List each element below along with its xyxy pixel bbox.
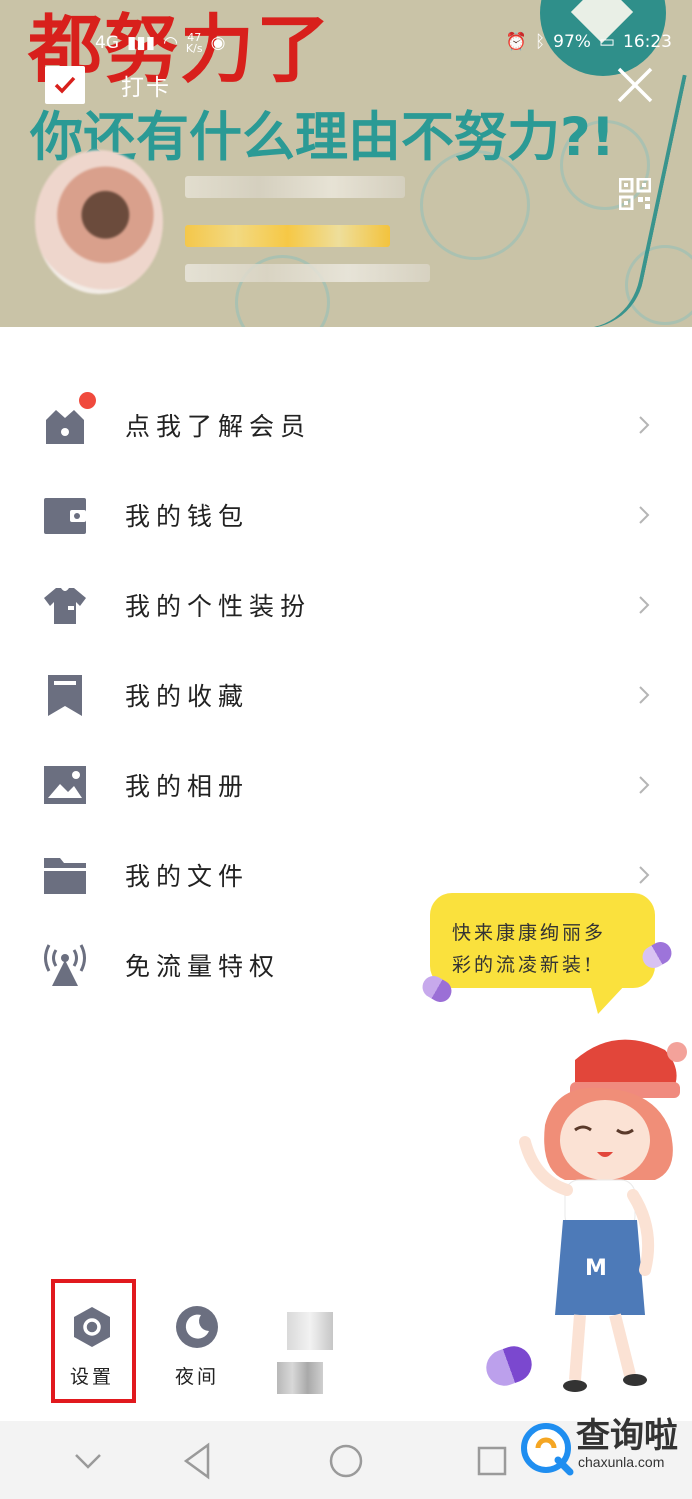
chevron-right-icon <box>639 776 650 794</box>
home-circle-icon[interactable] <box>324 1439 368 1483</box>
promo-text-line: 彩的流凌新装! <box>452 954 595 976</box>
checkin-button[interactable]: 打卡 <box>45 66 171 104</box>
avatar[interactable] <box>35 150 163 294</box>
menu-item-label: 点我了解会员 <box>125 412 312 441</box>
blurred-weather-icon <box>287 1312 333 1350</box>
night-mode-button[interactable]: 夜间 <box>160 1300 230 1395</box>
network-indicator: 4G <box>95 33 119 53</box>
checkbox-icon <box>45 66 85 104</box>
watermark-url: chaxunla.com <box>578 1454 665 1470</box>
notification-badge <box>79 392 96 409</box>
menu-item-vip[interactable]: 点我了解会员 <box>0 380 692 470</box>
checkin-label: 打卡 <box>121 75 171 101</box>
promo-text-line: 快来康康绚丽多 <box>452 922 607 944</box>
status-bar: 4G ▮▮▮ ◠ 47 K/s ◉ ⏰ ᛒ 97% ▭ 16:23 <box>0 28 692 60</box>
recents-square-icon[interactable] <box>470 1439 514 1483</box>
chevron-right-icon <box>639 416 650 434</box>
promo-speech-bubble[interactable]: 快来康康绚丽多 彩的流凌新装! <box>430 893 655 1014</box>
photo-icon <box>42 762 88 808</box>
chevron-right-icon <box>639 596 650 614</box>
chevron-right-icon <box>639 506 650 524</box>
menu-item-label: 我的钱包 <box>125 502 250 531</box>
blurred-signature[interactable] <box>185 264 430 282</box>
battery-percent: 97% <box>553 32 591 52</box>
blurred-nickname[interactable] <box>185 176 405 198</box>
svg-text:M: M <box>585 1256 607 1281</box>
tshirt-icon <box>42 582 88 628</box>
menu-item-label: 我的相册 <box>125 772 250 801</box>
qr-code-icon[interactable] <box>619 178 651 210</box>
blurred-weather-widget[interactable] <box>277 1312 335 1396</box>
menu-item-label: 我的个性装扮 <box>125 592 312 621</box>
blurred-weather-label <box>277 1362 323 1394</box>
menu-item-label: 我的文件 <box>125 862 250 891</box>
menu-item-label: 我的收藏 <box>125 682 250 711</box>
moon-icon <box>176 1306 218 1348</box>
settings-label: 设置 <box>69 1366 114 1388</box>
app-notification-icon: ◉ <box>210 33 226 53</box>
menu-item-personalize[interactable]: 我的个性装扮 <box>0 560 692 650</box>
profile-header-banner: 都努力了 你还有什么理由不努力?! 4G ▮▮▮ ◠ 47 K/s ◉ ⏰ ᛒ … <box>0 0 692 327</box>
vip-shop-icon <box>42 402 88 448</box>
back-triangle-icon[interactable] <box>176 1439 220 1483</box>
folder-icon <box>42 852 88 898</box>
blurred-level-badges[interactable] <box>185 225 390 247</box>
site-watermark: 查询啦 chaxunla.com <box>518 1416 692 1478</box>
menu-item-album[interactable]: 我的相册 <box>0 740 692 830</box>
watermark-magnifier-logo <box>521 1423 574 1476</box>
chevron-down-icon[interactable] <box>66 1439 110 1483</box>
chevron-right-icon <box>639 686 650 704</box>
chevron-right-icon <box>639 866 650 884</box>
clock: 16:23 <box>623 32 672 52</box>
bluetooth-icon: ᛒ <box>534 32 546 52</box>
wifi-icon: ◠ <box>163 33 178 53</box>
watermark-text: 查询啦 <box>576 1416 678 1456</box>
close-icon[interactable] <box>616 66 654 104</box>
menu-item-label: 免流量特权 <box>125 952 281 981</box>
battery-icon: ▭ <box>598 32 615 52</box>
wallet-icon <box>42 492 88 538</box>
settings-hexagon-icon <box>74 1307 110 1347</box>
signal-tower-icon <box>42 942 88 988</box>
menu-item-favorites[interactable]: 我的收藏 <box>0 650 692 740</box>
alarm-icon: ⏰ <box>505 32 527 52</box>
bookmark-icon <box>42 672 88 718</box>
cartoon-girl-mascot[interactable]: M <box>505 1030 690 1400</box>
menu-item-wallet[interactable]: 我的钱包 <box>0 470 692 560</box>
night-mode-label: 夜间 <box>174 1366 219 1388</box>
signal-icon: ▮▮▮ <box>127 33 156 53</box>
speed-unit: K/s <box>185 42 203 55</box>
settings-button[interactable]: 设置 <box>55 1300 125 1395</box>
